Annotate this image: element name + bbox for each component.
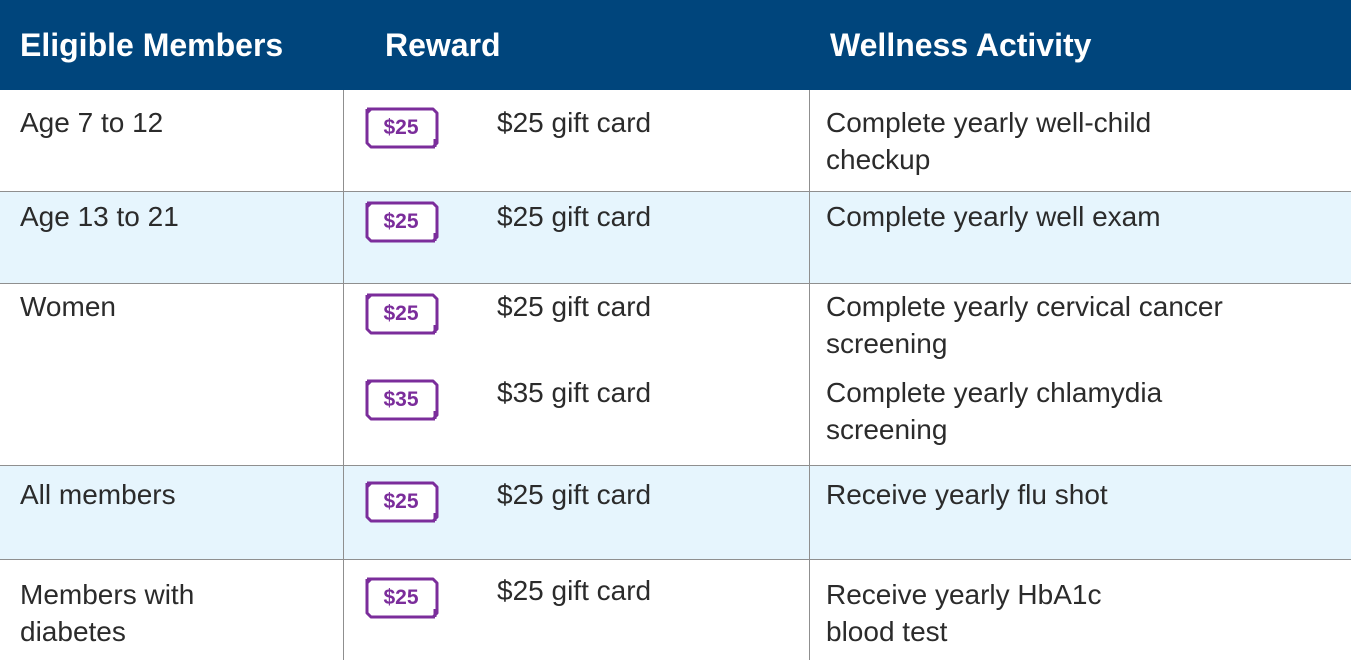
reward-cell: $35 gift card [497, 377, 652, 408]
table-row: Women $25 $25 gift card Complete yearly … [0, 284, 1351, 466]
reward-cell: $25 gift card [497, 201, 652, 232]
header-eligible-members: Eligible Members [20, 27, 284, 63]
header-wellness-activity: Wellness Activity [830, 27, 1092, 63]
gift-card-amount: $25 [383, 210, 419, 233]
wellness-activity-cell: Complete yearly chlamydia screening [826, 377, 1163, 445]
gift-card-icon: $25 [362, 480, 440, 524]
column-divider [343, 90, 344, 660]
wellness-activity-cell: Receive yearly flu shot [826, 479, 1108, 510]
table-row: All members $25 $25 gift card Receive ye… [0, 466, 1351, 560]
table-row: Age 7 to 12 $25 $25 gift card Complete y… [0, 90, 1351, 192]
reward-cell: $25 gift card [497, 291, 652, 322]
gift-card-icon: $25 [362, 292, 440, 336]
gift-card-amount: $25 [383, 302, 419, 325]
gift-card-icon: $25 [362, 576, 440, 620]
eligible-members-cell: Age 7 to 12 [20, 107, 164, 138]
wellness-activity-cell: Complete yearly well exam [826, 201, 1161, 232]
reward-cell: $25 gift card [497, 107, 652, 138]
reward-cell: $25 gift card [497, 575, 652, 606]
eligible-members-cell: Women [20, 291, 116, 322]
wellness-activity-cell: Complete yearly well-child checkup [826, 107, 1152, 175]
eligible-members-cell: All members [20, 479, 176, 510]
column-divider [809, 90, 810, 660]
gift-card-icon: $25 [362, 200, 440, 244]
reward-cell: $25 gift card [497, 479, 652, 510]
gift-card-amount: $35 [383, 388, 419, 411]
table-row: Members with diabetes $25 $25 gift card … [0, 560, 1351, 660]
header-reward: Reward [385, 27, 501, 63]
wellness-activity-cell: Receive yearly HbA1c blood test [826, 579, 1102, 647]
wellness-activity-cell: Complete yearly cervical cancer screenin… [826, 291, 1223, 359]
eligible-members-cell: Members with diabetes [20, 579, 195, 647]
gift-card-amount: $25 [383, 490, 419, 513]
eligible-members-cell: Age 13 to 21 [20, 201, 179, 232]
table-header: Eligible Members Reward Wellness Activit… [0, 0, 1351, 90]
rewards-table: Eligible Members Reward Wellness Activit… [0, 0, 1351, 660]
gift-card-icon: $25 [362, 106, 440, 150]
gift-card-amount: $25 [383, 586, 419, 609]
gift-card-icon: $35 [362, 378, 440, 422]
table-row: Age 13 to 21 $25 $25 gift card Complete … [0, 192, 1351, 284]
gift-card-amount: $25 [383, 116, 419, 139]
